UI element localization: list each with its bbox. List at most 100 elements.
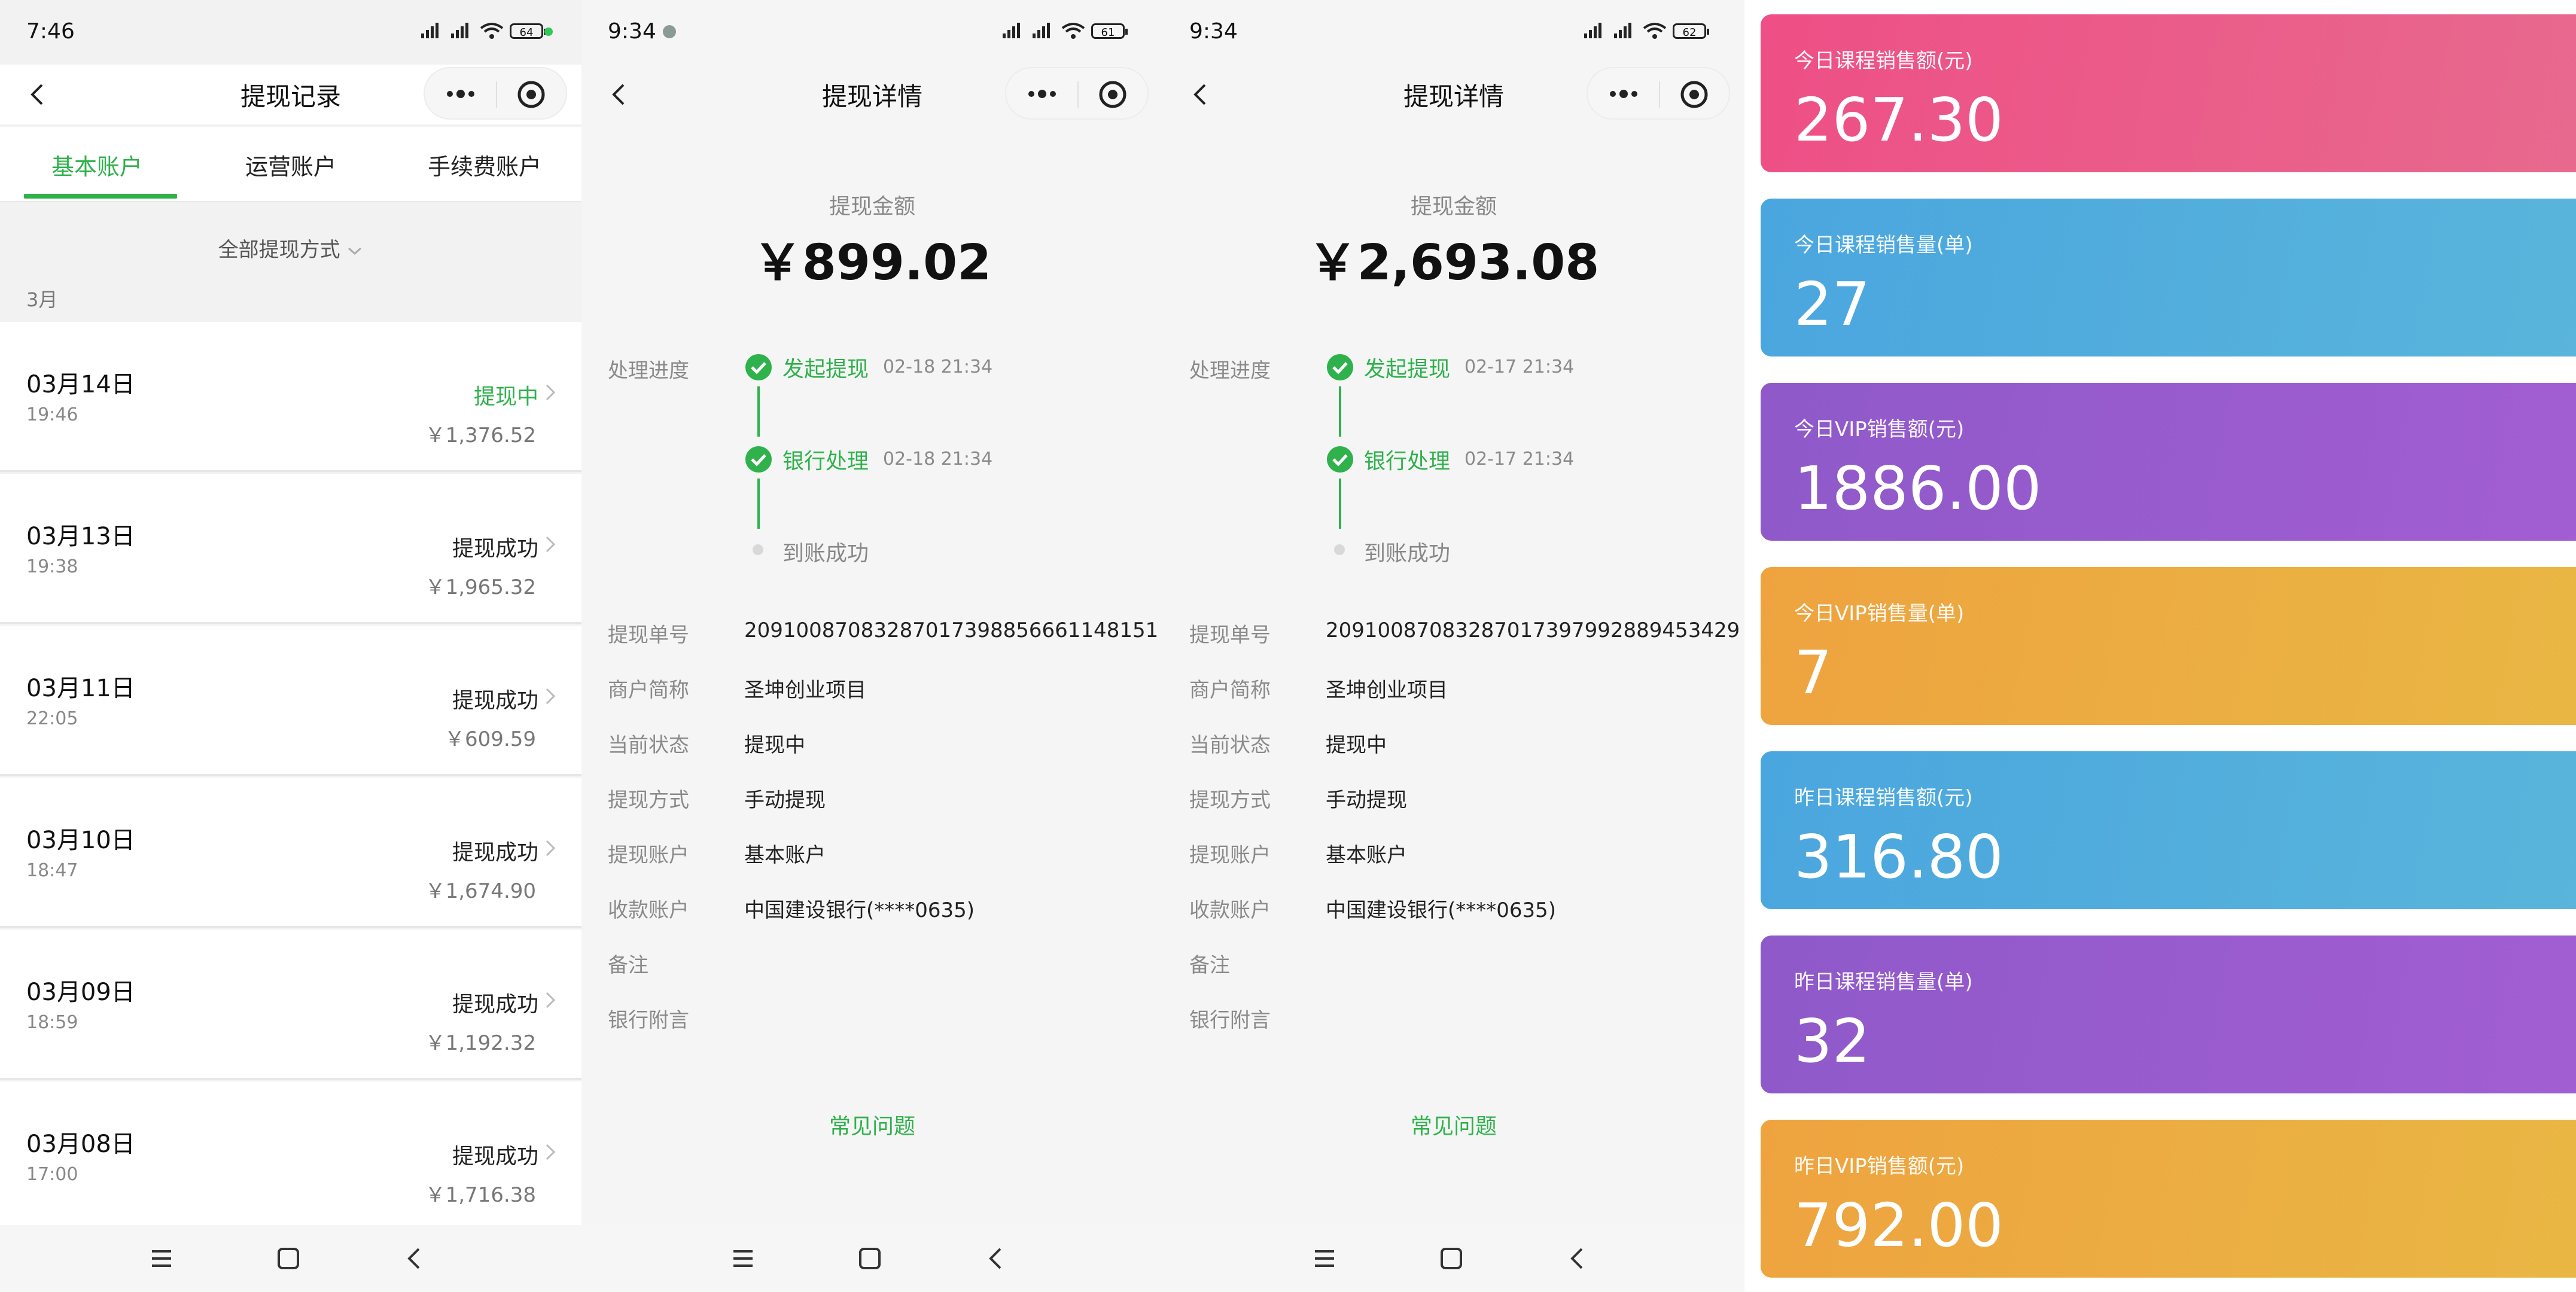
- check-circle-icon: [745, 446, 772, 473]
- stat-card[interactable]: 昨日课程销售量(单) 32: [1761, 936, 2576, 1093]
- stat-card[interactable]: 昨日VIP销售额(元) 792.00: [1761, 1120, 2576, 1278]
- wifi-icon: [1643, 23, 1667, 39]
- list-item[interactable]: 03月13日 19:38 提现成功 ￥1,965.32: [0, 474, 581, 624]
- menu-icon[interactable]: [1310, 1244, 1339, 1273]
- stat-label: 昨日VIP销售额(元): [1794, 1154, 1965, 1178]
- battery-icon: 64: [510, 23, 546, 39]
- tab-operating-account[interactable]: 运营账户: [194, 148, 388, 181]
- chevron-down-icon: [348, 247, 362, 255]
- field-label: 收款账户: [608, 898, 689, 922]
- step-bank-processing: 银行处理: [782, 449, 869, 474]
- account-tabs: 基本账户 运营账户 手续费账户: [0, 127, 581, 202]
- field-label: 商户简称: [608, 678, 689, 702]
- record-status: 提现成功: [452, 688, 538, 713]
- stat-card[interactable]: 今日课程销售量(单) 27: [1761, 199, 2576, 356]
- stat-value: 792.00: [1794, 1190, 2003, 1260]
- faq-link[interactable]: 常见问题: [581, 1109, 1163, 1140]
- nav-bar: 提现详情: [1163, 65, 1744, 124]
- sales-stats-panel: 今日课程销售额(元) 267.30 今日课程销售量(单) 27 今日VIP销售额…: [1744, 0, 2576, 1292]
- record-date: 03月08日: [26, 1130, 135, 1158]
- record-time: 18:47: [26, 860, 78, 881]
- field-label: 备注: [608, 953, 648, 977]
- status-time: 9:34: [1189, 19, 1238, 44]
- detail-screen-1: 9:34 61 提现详情 提现金额 ￥899.02 处理进度 发起提现 02-1…: [581, 0, 1163, 1292]
- stat-card[interactable]: 今日VIP销售额(元) 1886.00: [1761, 383, 2576, 541]
- step-arrived: 到账成功: [782, 541, 869, 566]
- home-icon[interactable]: [1437, 1244, 1466, 1273]
- step-connector: [757, 386, 760, 437]
- field-value: 中国建设银行(****0635): [744, 898, 975, 922]
- amount-value: ￥2,693.08: [1308, 234, 1600, 291]
- tab-fee-account[interactable]: 手续费账户: [388, 148, 581, 181]
- back-nav-icon[interactable]: [982, 1244, 1011, 1273]
- back-nav-icon[interactable]: [1564, 1244, 1593, 1273]
- field-value: 手动提现: [1326, 788, 1407, 812]
- stat-label: 今日VIP销售量(单): [1794, 602, 1965, 626]
- record-time: 22:05: [26, 708, 78, 729]
- close-target-icon[interactable]: [1677, 78, 1711, 111]
- mini-program-capsule: [424, 67, 567, 120]
- field-label: 备注: [1189, 953, 1230, 977]
- tab-basic-account[interactable]: 基本账户: [0, 148, 194, 181]
- status-bar: 7:46 64: [0, 0, 581, 65]
- withdraw-method-filter[interactable]: 全部提现方式: [0, 233, 581, 263]
- step-connector: [1339, 386, 1341, 437]
- step-time: 02-17 21:34: [1464, 449, 1575, 470]
- nav-bar: 提现记录: [0, 65, 581, 124]
- record-status: 提现成功: [452, 840, 538, 865]
- month-header: 3月: [26, 288, 58, 311]
- status-icons: 62: [1583, 22, 1709, 41]
- chevron-right-icon: [546, 688, 556, 705]
- list-item[interactable]: 03月14日 19:46 提现中 ￥1,376.52: [0, 322, 581, 472]
- check-circle-icon: [1327, 354, 1353, 380]
- record-amount: ￥1,716.38: [425, 1183, 536, 1207]
- system-nav-bar: [581, 1225, 1163, 1292]
- stat-label: 昨日课程销售额(元): [1794, 786, 1973, 810]
- field-value: 20910087083287017398856661148151: [744, 618, 1159, 642]
- mini-program-capsule: [1587, 67, 1730, 120]
- list-item[interactable]: 03月11日 22:05 提现成功 ￥609.59: [0, 626, 581, 776]
- faq-link[interactable]: 常见问题: [1163, 1109, 1744, 1140]
- record-amount: ￥1,376.52: [425, 423, 536, 447]
- close-target-icon[interactable]: [514, 78, 548, 111]
- wifi-icon: [480, 23, 504, 39]
- tab-indicator: [24, 194, 177, 199]
- back-nav-icon[interactable]: [401, 1244, 430, 1273]
- status-time: 9:34: [608, 19, 656, 44]
- field-label: 银行附言: [1189, 1008, 1271, 1032]
- step-time: 02-17 21:34: [1464, 356, 1575, 377]
- stat-value: 7: [1794, 638, 1832, 708]
- stat-card[interactable]: 今日课程销售额(元) 267.30: [1761, 14, 2576, 172]
- home-icon[interactable]: [274, 1244, 303, 1273]
- home-icon[interactable]: [855, 1244, 884, 1273]
- more-icon[interactable]: [443, 85, 479, 103]
- menu-icon[interactable]: [147, 1244, 176, 1273]
- list-item[interactable]: 03月08日 17:00 提现成功 ￥1,716.38: [0, 1081, 581, 1232]
- amount-label: 提现金额: [829, 194, 915, 219]
- record-date: 03月14日: [26, 371, 135, 398]
- status-icons: 61: [1001, 22, 1128, 41]
- stat-value: 1886.00: [1794, 453, 2042, 523]
- filter-label: 全部提现方式: [218, 238, 340, 262]
- more-icon[interactable]: [1024, 85, 1060, 103]
- step-bank-processing: 银行处理: [1364, 449, 1451, 474]
- wifi-icon: [1061, 23, 1085, 39]
- record-status: 提现成功: [452, 992, 538, 1017]
- step-time: 02-18 21:34: [883, 449, 993, 470]
- status-bar: 9:34 62: [1163, 0, 1744, 65]
- record-time: 19:46: [26, 404, 78, 425]
- more-icon[interactable]: [1606, 85, 1642, 103]
- close-target-icon[interactable]: [1096, 78, 1129, 111]
- step-arrived: 到账成功: [1364, 541, 1451, 566]
- stat-value: 316.80: [1794, 822, 2003, 892]
- stat-card[interactable]: 今日VIP销售量(单) 7: [1761, 567, 2576, 725]
- capsule-divider: [1077, 81, 1079, 108]
- record-time: 18:59: [26, 1012, 78, 1033]
- list-item[interactable]: 03月10日 18:47 提现成功 ￥1,674.90: [0, 778, 581, 928]
- list-item[interactable]: 03月09日 18:59 提现成功 ￥1,192.32: [0, 930, 581, 1080]
- menu-icon[interactable]: [729, 1244, 757, 1273]
- pending-step-dot: [1334, 544, 1345, 555]
- record-date: 03月13日: [26, 523, 135, 550]
- indicator-dot: [544, 28, 553, 36]
- stat-card[interactable]: 昨日课程销售额(元) 316.80: [1761, 751, 2576, 909]
